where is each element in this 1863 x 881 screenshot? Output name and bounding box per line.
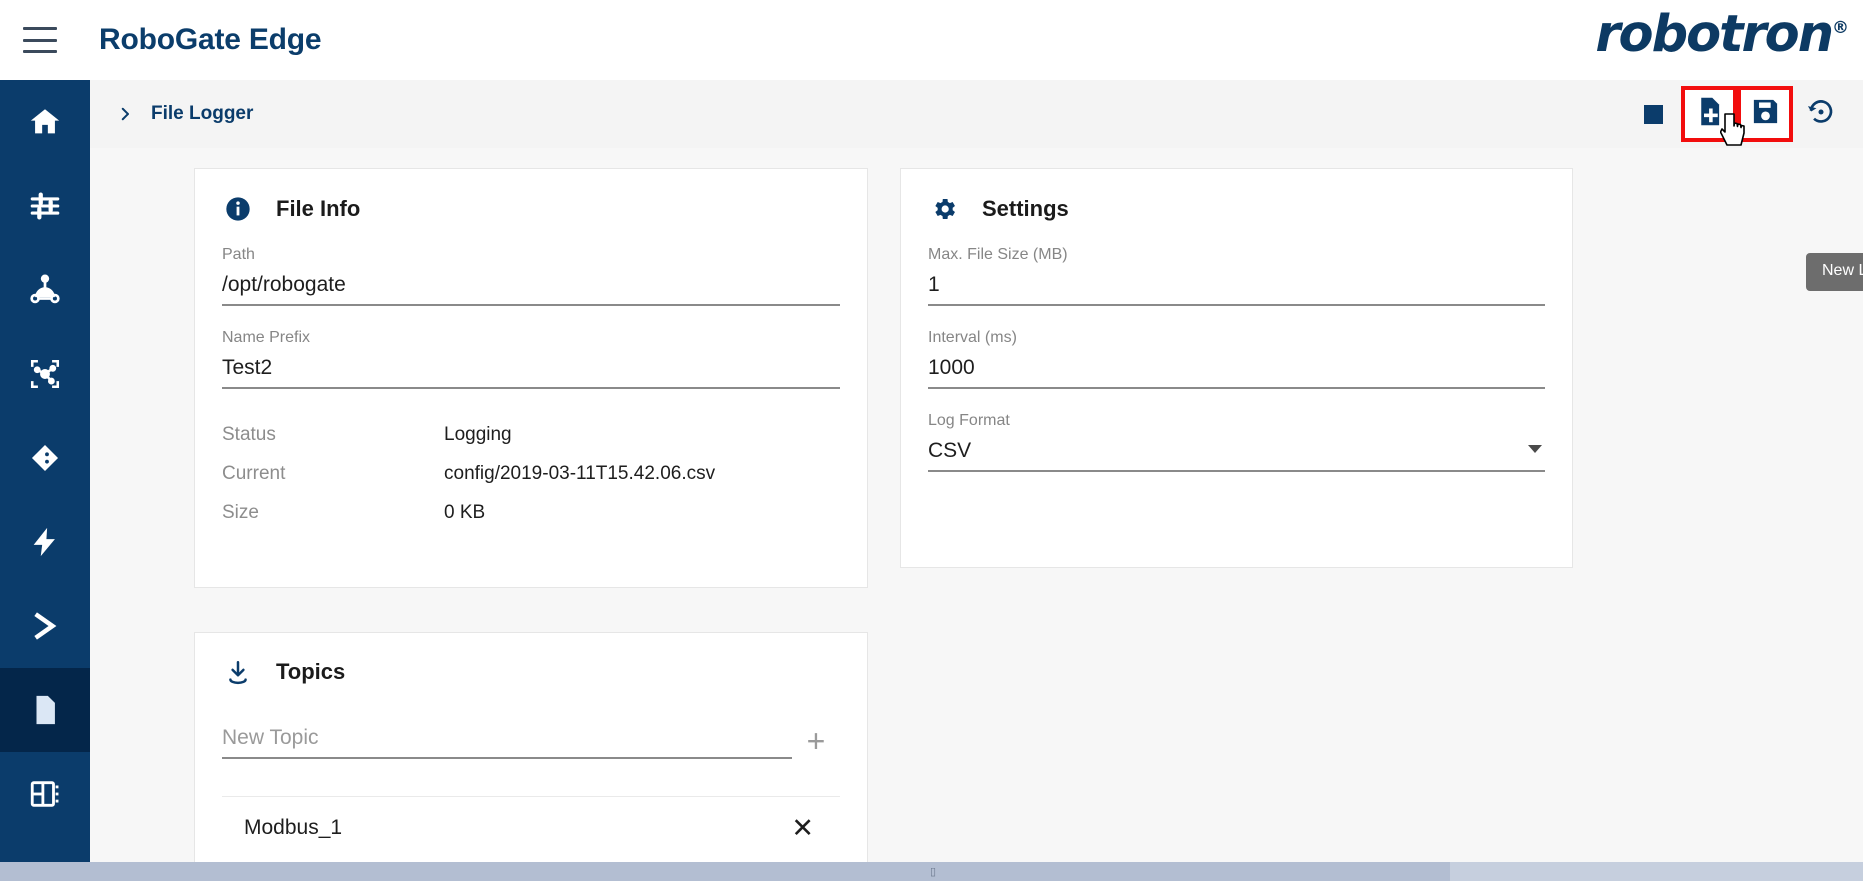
network-icon <box>28 357 62 391</box>
file-info-details: Status Logging Current config/2019-03-11… <box>222 415 840 532</box>
status-value: Logging <box>444 424 512 445</box>
sidebar-item-settings[interactable] <box>0 164 90 248</box>
topics-title: Topics <box>276 659 346 684</box>
log-format-label: Log Format <box>928 412 1010 429</box>
interval-field[interactable]: Interval (ms) 1000 <box>928 306 1545 389</box>
name-prefix-field[interactable]: Name Prefix Test2 <box>222 306 840 389</box>
stop-icon <box>1643 104 1663 124</box>
save-button[interactable] <box>1737 86 1793 142</box>
robot-icon <box>28 273 62 307</box>
topics-card: Topics New Topic + Modbus_1 ✕ <box>194 632 868 881</box>
new-log-file-button[interactable] <box>1681 86 1737 142</box>
settings-header: Settings <box>901 169 1572 223</box>
save-icon <box>1750 96 1781 132</box>
sidebar-item-connections[interactable] <box>0 332 90 416</box>
add-topic-button[interactable]: + <box>792 725 840 759</box>
horizontal-scrollbar[interactable]: ▯ <box>0 862 1863 881</box>
brand-name: robotron <box>1595 5 1834 64</box>
file-info-card: File Info Path /opt/robogate Name Prefix… <box>194 168 868 588</box>
topics-header: Topics <box>195 633 867 685</box>
detail-row-size: Size 0 KB <box>222 493 840 532</box>
interval-input[interactable]: 1000 <box>928 348 1545 389</box>
dashboard-icon <box>28 777 62 811</box>
sidebar-item-home[interactable] <box>0 80 90 164</box>
hamburger-bar <box>23 38 57 42</box>
sidebar-item-dashboard[interactable] <box>0 752 90 836</box>
settings-card: Settings Max. File Size (MB) 1 Interval … <box>900 168 1573 568</box>
registered-mark-icon: ® <box>1832 18 1849 38</box>
topic-name: Modbus_1 <box>244 816 343 839</box>
log-format-field[interactable]: Log Format CSV <box>928 389 1545 472</box>
home-icon <box>28 105 62 139</box>
interval-label: Interval (ms) <box>928 329 1017 346</box>
file-info-header: File Info <box>195 169 867 223</box>
size-value: 0 KB <box>444 502 486 523</box>
info-icon <box>222 195 254 223</box>
sidebar-item-file-logger[interactable] <box>0 668 90 752</box>
log-format-select[interactable]: CSV <box>928 431 1545 472</box>
path-input[interactable]: /opt/robogate <box>222 265 840 306</box>
file-info-title: File Info <box>276 196 361 221</box>
settings-title: Settings <box>982 196 1069 221</box>
path-field[interactable]: Path /opt/robogate <box>222 223 840 306</box>
max-file-size-input[interactable]: 1 <box>928 265 1545 306</box>
scrollbar-thumb[interactable] <box>0 862 1450 881</box>
app-title: RoboGate Edge <box>99 23 322 56</box>
new-file-icon <box>1693 95 1726 133</box>
file-icon <box>28 693 62 727</box>
size-label: Size <box>222 502 259 523</box>
main-content: File Logger File Info Path /opt/robogate… <box>90 80 1863 881</box>
current-value: config/2019-03-11T15.42.06.csv <box>444 463 716 484</box>
sliders-icon <box>28 189 62 223</box>
sidebar-item-events[interactable] <box>0 500 90 584</box>
restore-button[interactable] <box>1793 86 1849 142</box>
gear-icon <box>928 195 960 223</box>
hamburger-bar <box>23 50 57 53</box>
status-label: Status <box>222 424 276 445</box>
tooltip-new-log-file: New Log File <box>1806 253 1863 291</box>
chevron-down-icon[interactable] <box>1528 445 1542 453</box>
sidebar-item-console[interactable] <box>0 584 90 668</box>
restore-icon <box>1805 96 1837 133</box>
new-topic-input[interactable]: New Topic <box>222 721 792 759</box>
current-label: Current <box>222 463 286 484</box>
sidebar-item-nodes[interactable] <box>0 416 90 500</box>
breadcrumb-label: File Logger <box>151 103 254 124</box>
sidebar-item-devices[interactable] <box>0 248 90 332</box>
chevron-right-icon <box>116 105 134 123</box>
max-file-size-field[interactable]: Max. File Size (MB) 1 <box>928 223 1545 306</box>
add-topic-row: New Topic + <box>222 721 840 759</box>
name-prefix-label: Name Prefix <box>222 329 311 346</box>
detail-row-current: Current config/2019-03-11T15.42.06.csv <box>222 454 840 493</box>
name-prefix-input[interactable]: Test2 <box>222 348 840 389</box>
stop-logging-button[interactable] <box>1625 86 1681 142</box>
hamburger-menu-icon[interactable] <box>23 27 57 53</box>
diamond-icon <box>28 441 62 475</box>
max-file-size-label: Max. File Size (MB) <box>928 246 1068 263</box>
detail-row-status: Status Logging <box>222 415 840 454</box>
hamburger-bar <box>23 27 57 30</box>
sidebar <box>0 80 90 881</box>
chevron-right-icon <box>27 608 63 644</box>
path-label: Path <box>222 246 255 263</box>
scrollbar-marker-icon: ▯ <box>930 866 937 878</box>
lightning-icon <box>28 525 62 559</box>
app-header: RoboGate Edge robotron® <box>0 0 1863 80</box>
remove-topic-icon[interactable]: ✕ <box>791 814 840 842</box>
robotron-logo: robotron® <box>1595 5 1849 64</box>
toolbar-actions <box>1625 80 1849 148</box>
list-item[interactable]: Modbus_1 ✕ <box>222 797 840 859</box>
download-icon <box>222 659 254 685</box>
log-format-value: CSV <box>928 439 972 462</box>
breadcrumb-bar: File Logger <box>90 80 1863 148</box>
